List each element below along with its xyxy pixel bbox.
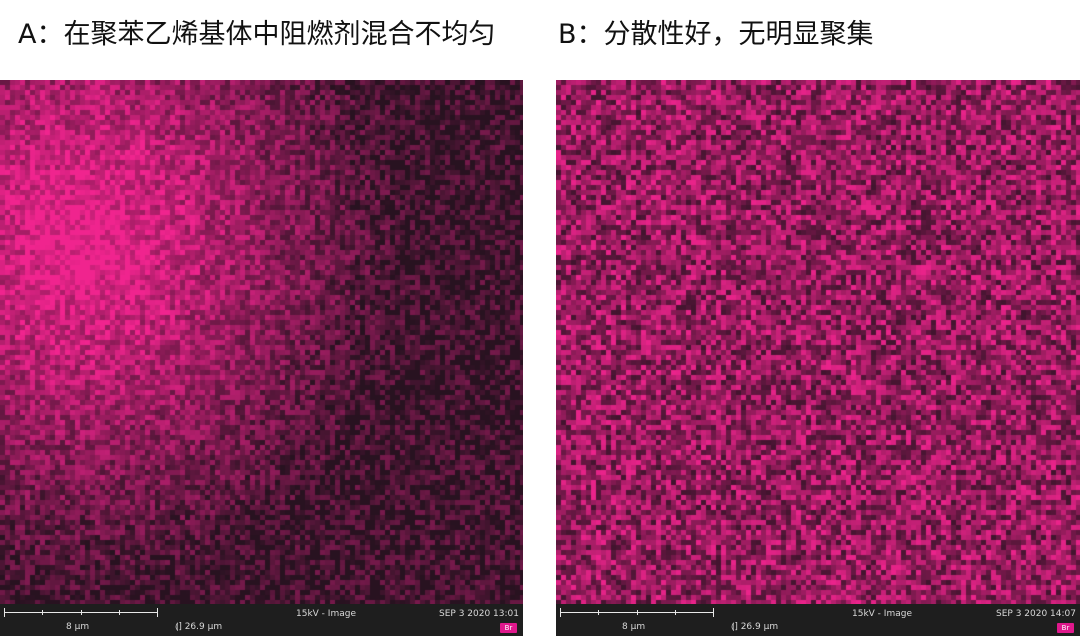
eds-map-b: 8 μm ⟬] 26.9 μm 15kV - Image SEP 3 2020 …: [556, 80, 1080, 636]
eds-map-image-b: [556, 80, 1080, 604]
voltage-label-a: 15kV - Image: [296, 609, 356, 619]
caption-a: A：在聚苯乙烯基体中阻燃剂混合不均匀: [18, 19, 496, 50]
field-width-b: ⟬] 26.9 μm: [731, 622, 779, 632]
voltage-label-b: 15kV - Image: [852, 609, 912, 619]
element-badge-a: Br: [500, 623, 517, 633]
eds-map-image-a: [0, 80, 523, 604]
info-bar-a: 8 μm ⟬] 26.9 μm 15kV - Image SEP 3 2020 …: [0, 604, 523, 636]
date-label-a: SEP 3 2020 13:01: [439, 609, 519, 619]
scale-label-b: 8 μm: [622, 622, 646, 632]
date-label-b: SEP 3 2020 14:07: [996, 609, 1076, 619]
eds-map-a: 8 μm ⟬] 26.9 μm 15kV - Image SEP 3 2020 …: [0, 80, 523, 636]
element-badge-b: Br: [1057, 623, 1074, 633]
info-bar-b: 8 μm ⟬] 26.9 μm 15kV - Image SEP 3 2020 …: [556, 604, 1080, 636]
scale-label-a: 8 μm: [66, 622, 90, 632]
scale-bar-b: [560, 608, 714, 617]
field-width-a: ⟬] 26.9 μm: [175, 622, 223, 632]
caption-b: B：分散性好，无明显聚集: [558, 19, 874, 50]
scale-bar-a: [4, 608, 158, 617]
